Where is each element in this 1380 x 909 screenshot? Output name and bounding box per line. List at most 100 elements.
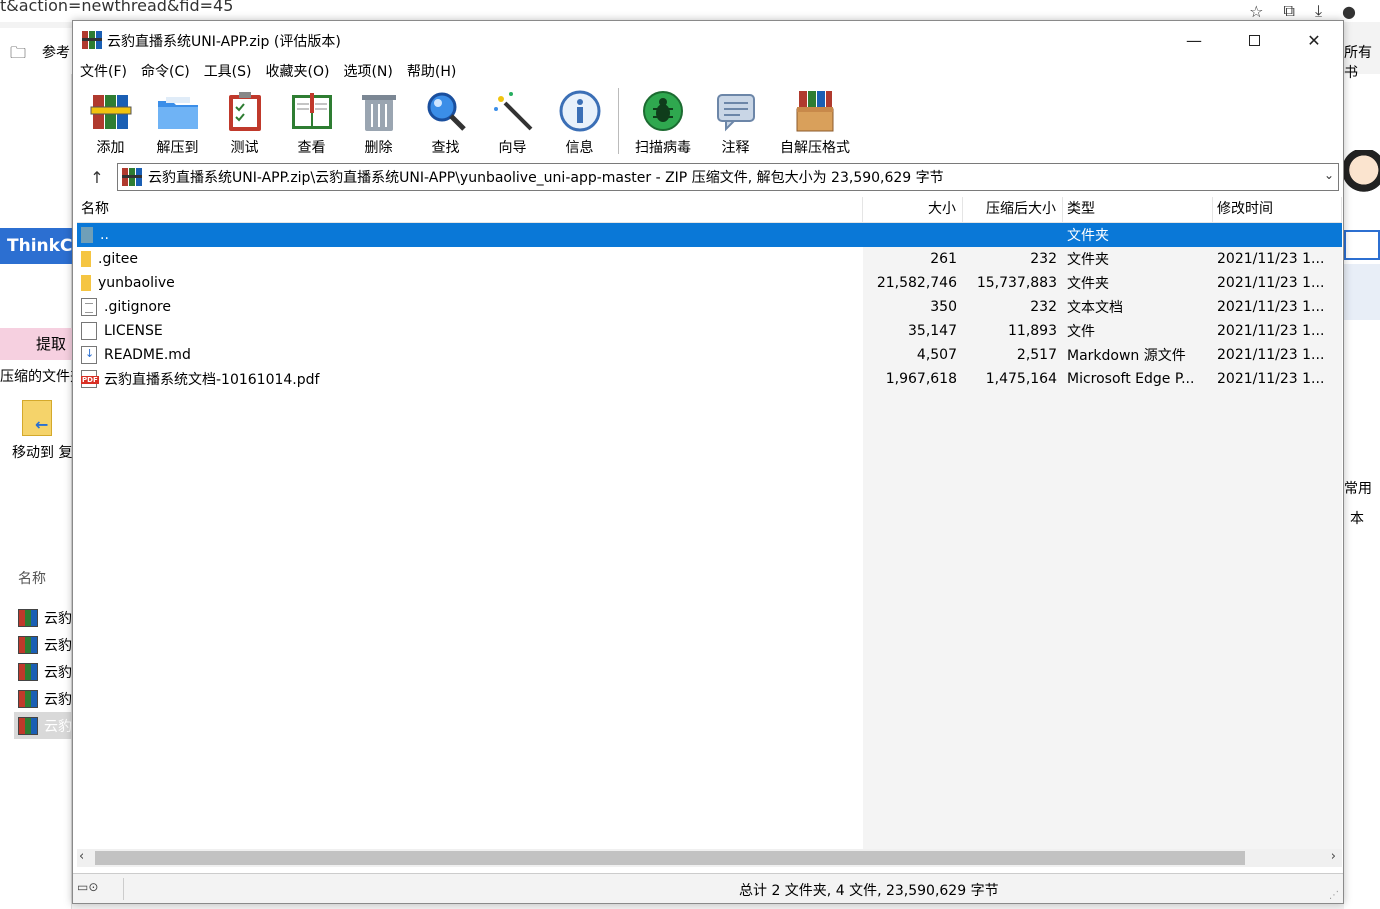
- extract-to-icon: [157, 97, 198, 129]
- menu-commands[interactable]: 命令(C): [141, 61, 190, 81]
- title-bar[interactable]: 云豹直播系统UNI-APP.zip (评估版本) — ✕: [73, 21, 1343, 59]
- background-common-label: 常用: [1344, 481, 1372, 497]
- rar-archive-icon: [18, 689, 38, 708]
- minimize-button[interactable]: —: [1165, 21, 1223, 59]
- add-button[interactable]: 添加: [77, 83, 144, 159]
- comment-label: 注释: [721, 140, 750, 156]
- file-type-cell: 文件夹: [1067, 252, 1109, 268]
- file-name-cell: LICENSE: [77, 322, 863, 340]
- file-name-cell: 云豹直播系统文档-10161014.pdf: [77, 369, 863, 389]
- column-type[interactable]: 类型: [1063, 197, 1213, 222]
- background-url: t&action=newthread&fid=45: [0, 0, 234, 15]
- file-list-body: .. 文件夹 .gitee 261 232 文件夹 2021/11/23 1... yunba…: [77, 223, 1342, 849]
- sfx-label: 自解压格式: [780, 140, 850, 156]
- scrollbar-thumb[interactable]: [95, 851, 1245, 865]
- background-extract-tab[interactable]: 提取: [0, 328, 72, 360]
- file-size-cell: 350: [930, 299, 957, 315]
- file-row[interactable]: README.md 4,507 2,517 Markdown 源文件 2021/11/2…: [77, 343, 1342, 367]
- bookmark-folder-icon[interactable]: 🗀: [10, 42, 26, 69]
- background-file-item[interactable]: 云豹: [18, 658, 72, 685]
- background-all-bookmarks[interactable]: 所有书: [1344, 42, 1380, 82]
- virus-scan-label: 扫描病毒: [635, 140, 691, 156]
- add-label: 添加: [96, 140, 125, 156]
- extract-to-button[interactable]: 解压到: [144, 83, 211, 159]
- file-row[interactable]: .gitignore 350 232 文本文档 2021/11/23 1...: [77, 295, 1342, 319]
- info-icon: [559, 90, 600, 132]
- toolbar-separator: [618, 88, 619, 154]
- download-icon[interactable]: ⤓: [1315, 1, 1322, 21]
- file-type-cell: Microsoft Edge P...: [1067, 371, 1195, 387]
- maximize-button[interactable]: [1225, 21, 1283, 59]
- comment-button[interactable]: 注释: [702, 83, 769, 159]
- zip-archive-icon: [122, 168, 142, 186]
- file-name-cell: yunbaolive: [77, 275, 863, 291]
- scroll-right-icon[interactable]: ›: [1331, 849, 1336, 864]
- file-name: ..: [100, 227, 109, 243]
- scroll-left-icon[interactable]: ‹: [79, 849, 84, 864]
- window-title: 云豹直播系统UNI-APP.zip (评估版本): [107, 34, 341, 50]
- test-button[interactable]: 测试: [211, 83, 278, 159]
- file-row[interactable]: .gitee 261 232 文件夹 2021/11/23 1...: [77, 247, 1342, 271]
- updir-icon: [81, 227, 93, 243]
- background-file-item[interactable]: 云豹: [14, 712, 72, 739]
- info-button[interactable]: 信息: [546, 83, 613, 159]
- path-field[interactable]: 云豹直播系统UNI-APP.zip\云豹直播系统UNI-APP\yunbaoli…: [117, 163, 1339, 191]
- file-rows: .. 文件夹 .gitee 261 232 文件夹 2021/11/23 1... yunba…: [77, 223, 1342, 391]
- background-file-item[interactable]: 云豹: [18, 604, 72, 631]
- background-explorer-pane: [0, 74, 72, 909]
- file-row[interactable]: 云豹直播系统文档-10161014.pdf 1,967,618 1,475,164 M…: [77, 367, 1342, 391]
- column-size[interactable]: 大小: [863, 197, 963, 222]
- virus-scan-button[interactable]: 扫描病毒: [624, 83, 702, 159]
- view-button[interactable]: 查看: [278, 83, 345, 159]
- background-search-box[interactable]: [1344, 230, 1380, 260]
- background-file-item[interactable]: 云豹: [18, 685, 72, 712]
- wizard-button[interactable]: 向导: [479, 83, 546, 159]
- menu-tools[interactable]: 工具(S): [204, 61, 252, 81]
- file-row[interactable]: LICENSE 35,147 11,893 文件 2021/11/23 1...: [77, 319, 1342, 343]
- find-label: 查找: [431, 140, 460, 156]
- column-modified[interactable]: 修改时间: [1213, 197, 1342, 222]
- md-icon: [81, 346, 97, 364]
- file-packed-cell: 2,517: [1016, 347, 1057, 363]
- horizontal-scrollbar[interactable]: ‹ ›: [77, 849, 1342, 867]
- avatar[interactable]: ●: [1342, 2, 1356, 21]
- chevron-down-icon[interactable]: ⌄: [1324, 168, 1334, 182]
- file-type-cell: Markdown 源文件: [1067, 348, 1186, 364]
- extension-icon[interactable]: ⧉: [1284, 1, 1295, 21]
- column-packed[interactable]: 压缩后大小: [963, 197, 1063, 222]
- file-row[interactable]: yunbaolive 21,582,746 15,737,883 文件夹 2021/11…: [77, 271, 1342, 295]
- find-button[interactable]: 查找: [412, 83, 479, 159]
- status-bar: ▭⊙ 总计 2 文件夹, 4 文件, 23,590,629 字节 ⋰: [73, 873, 1343, 903]
- file-modified-cell: 2021/11/23 1...: [1217, 299, 1325, 315]
- file-name: .gitignore: [104, 299, 171, 315]
- menu-favorites[interactable]: 收藏夹(O): [266, 61, 330, 81]
- resize-grip-icon[interactable]: ⋰: [1329, 890, 1339, 901]
- delete-button[interactable]: 删除: [345, 83, 412, 159]
- archive-path: 云豹直播系统UNI-APP.zip\云豹直播系统UNI-APP\yunbaoli…: [148, 170, 944, 186]
- background-name-header: 名称: [18, 571, 46, 587]
- folder-icon: [81, 275, 91, 291]
- background-move-to-button[interactable]: 移动到 复: [12, 400, 72, 462]
- star-icon[interactable]: ☆: [1249, 2, 1263, 21]
- comment-icon: [716, 94, 755, 132]
- background-text-label: 本: [1350, 511, 1364, 527]
- up-arrow-icon[interactable]: ↑: [77, 168, 117, 187]
- find-icon: [427, 92, 466, 131]
- menu-help[interactable]: 帮助(H): [407, 61, 456, 81]
- file-type-cell: 文件: [1067, 324, 1095, 340]
- file-name-cell: ..: [77, 227, 863, 243]
- add-archive-icon: [90, 95, 131, 129]
- close-button[interactable]: ✕: [1285, 21, 1343, 59]
- background-file-item[interactable]: 云豹: [18, 631, 72, 658]
- menu-bar: 文件(F) 命令(C) 工具(S) 收藏夹(O) 选项(N) 帮助(H): [73, 59, 1343, 83]
- file-row[interactable]: .. 文件夹: [77, 223, 1342, 247]
- drive-icon[interactable]: ▭⊙: [77, 880, 98, 894]
- menu-options[interactable]: 选项(N): [343, 61, 392, 81]
- file-modified-cell: 2021/11/23 1...: [1217, 323, 1325, 339]
- sfx-button[interactable]: 自解压格式: [769, 83, 861, 159]
- file-modified-cell: 2021/11/23 1...: [1217, 347, 1325, 363]
- file-name-cell: README.md: [77, 346, 863, 364]
- bookmark-label[interactable]: 参考: [42, 42, 70, 62]
- file-list-header: ^ 名称 大小 压缩后大小 类型 修改时间: [77, 197, 1342, 223]
- menu-file[interactable]: 文件(F): [80, 61, 127, 81]
